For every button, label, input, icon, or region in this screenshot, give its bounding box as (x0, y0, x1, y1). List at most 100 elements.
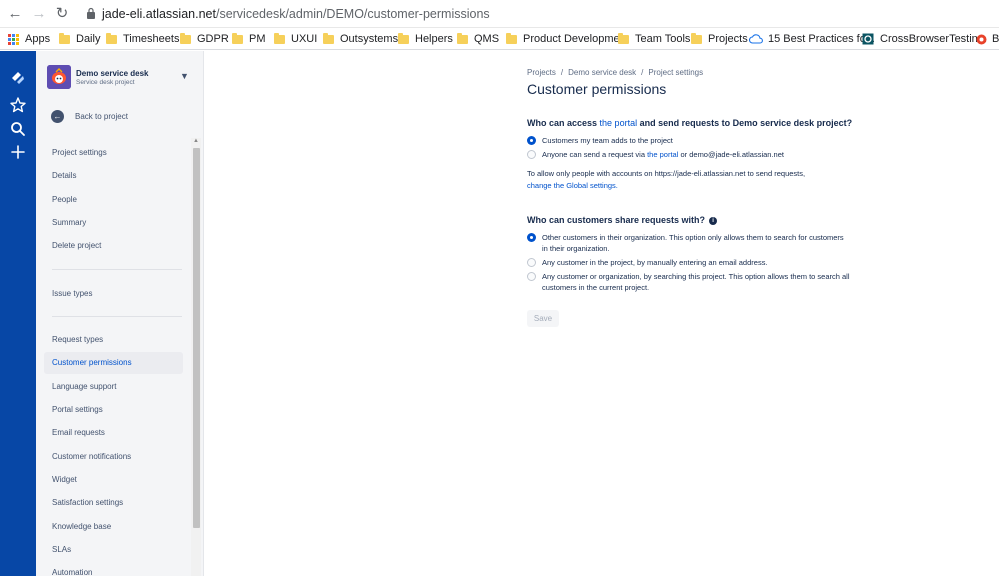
apps-grid-icon (8, 33, 19, 45)
global-navigation (0, 51, 36, 576)
bookmark-outsystems[interactable]: Outsystems (323, 31, 398, 47)
page-title: Customer permissions (527, 81, 667, 97)
forward-arrow-icon[interactable]: → (31, 6, 47, 22)
portal-link-inline[interactable]: the portal (647, 150, 678, 159)
radio-selected[interactable] (527, 233, 536, 242)
access-option-team-adds[interactable]: Customers my team adds to the project (527, 135, 857, 146)
sidebar-item-language-support[interactable]: Language support (44, 376, 183, 398)
address-bar[interactable]: jade-eli.atlassian.net/servicedesk/admin… (102, 7, 490, 21)
radio-selected[interactable] (527, 136, 536, 145)
share-option-search-project[interactable]: Any customer or organization, by searchi… (527, 271, 852, 293)
sidebar-scrollbar-thumb[interactable] (193, 148, 200, 528)
global-settings-note: To allow only people with accounts on ht… (527, 169, 806, 190)
back-to-project-button[interactable]: ← Back to project (51, 107, 181, 125)
create-plus-icon[interactable] (9, 143, 27, 161)
sidebar-item-widget[interactable]: Widget (44, 469, 183, 491)
sidebar-divider (52, 316, 182, 317)
bookmark-pm[interactable]: PM (232, 31, 266, 47)
info-icon[interactable]: i (709, 217, 718, 225)
portal-link[interactable]: the portal (600, 118, 638, 128)
share-option-email[interactable]: Any customer in the project, by manually… (527, 257, 857, 268)
share-option-organization[interactable]: Other customers in their organization. T… (527, 232, 845, 254)
breadcrumb: Projects / Demo service desk / Project s… (527, 68, 703, 77)
folder-icon (398, 32, 409, 44)
folder-icon (506, 32, 517, 44)
folder-icon (106, 32, 117, 44)
folder-icon (59, 32, 70, 44)
folder-icon (180, 32, 191, 44)
bookmark-product-development[interactable]: Product Developme... (506, 31, 629, 47)
reload-icon[interactable]: ↻ (54, 6, 70, 22)
main-content: Projects / Demo service desk / Project s… (204, 51, 999, 576)
sidebar-item-customer-permissions[interactable]: Customer permissions (44, 352, 183, 374)
url-path: /servicedesk/admin/DEMO/customer-permiss… (215, 7, 490, 21)
sidebar-item-automation[interactable]: Automation (44, 562, 183, 576)
folder-icon (274, 32, 285, 44)
project-settings-heading: Project settings (52, 148, 107, 157)
folder-icon (618, 32, 629, 44)
sidebar-divider (52, 269, 182, 270)
folder-icon (232, 32, 243, 44)
project-name[interactable]: Demo service desk (76, 69, 149, 78)
breadcrumb-separator: / (560, 68, 564, 77)
bookmark-timesheets[interactable]: Timesheets (106, 31, 179, 47)
sidebar-item-portal-settings[interactable]: Portal settings (44, 399, 183, 421)
sidebar-item-issue-types[interactable]: Issue types (44, 283, 183, 305)
bookmark-apps[interactable]: Apps (8, 31, 50, 47)
bookmarks-bar: Apps Daily Timesheets GDPR PM UXUI Outsy… (0, 28, 999, 50)
chevron-down-icon[interactable]: ▼ (180, 71, 189, 81)
radio-unselected[interactable] (527, 150, 536, 159)
folder-icon (323, 32, 334, 44)
project-sidebar: Demo service desk Service desk project ▼… (36, 51, 204, 576)
lock-icon (87, 7, 95, 19)
crossbrowser-icon (862, 33, 874, 45)
back-arrow-icon[interactable]: ← (7, 6, 23, 22)
sidebar-item-request-types[interactable]: Request types (44, 329, 183, 351)
url-host: jade-eli.atlassian.net (102, 7, 216, 21)
bookmark-projects[interactable]: Projects (691, 31, 748, 47)
service-desk-logo-icon[interactable] (9, 69, 27, 87)
access-option-anyone[interactable]: Anyone can send a request via the portal… (527, 149, 857, 160)
bookmark-gdpr[interactable]: GDPR (180, 31, 229, 47)
cloud-icon (749, 34, 763, 44)
folder-icon (457, 32, 468, 44)
bookmark-bo[interactable]: Bo (976, 31, 999, 47)
project-type: Service desk project (76, 79, 135, 86)
record-icon (976, 34, 987, 44)
bookmark-team-tools[interactable]: Team Tools (618, 31, 690, 47)
browser-toolbar: ← → ↻ jade-eli.atlassian.net/servicedesk… (0, 0, 999, 28)
bookmark-daily[interactable]: Daily (59, 31, 100, 47)
scroll-up-arrow-icon[interactable]: ▲ (193, 138, 199, 144)
arrow-left-icon: ← (51, 109, 64, 123)
sidebar-item-knowledge-base[interactable]: Knowledge base (44, 516, 183, 538)
radio-unselected[interactable] (527, 258, 536, 267)
share-question: Who can customers share requests with? i (527, 215, 718, 225)
sidebar-item-customer-notifications[interactable]: Customer notifications (44, 446, 183, 468)
bookmark-uxui[interactable]: UXUI (274, 31, 317, 47)
project-avatar-icon (47, 65, 71, 89)
star-icon[interactable] (9, 96, 27, 114)
project-avatar (47, 65, 71, 89)
bookmark-best-practices[interactable]: 15 Best Practices fo... (749, 31, 875, 47)
sidebar-item-details[interactable]: Details (44, 165, 183, 187)
sidebar-item-email-requests[interactable]: Email requests (44, 422, 183, 444)
access-question: Who can access the portal and send reque… (527, 118, 853, 128)
breadcrumb-projects[interactable]: Projects (527, 68, 556, 77)
breadcrumb-demo-service-desk[interactable]: Demo service desk (568, 68, 636, 77)
sidebar-item-satisfaction-settings[interactable]: Satisfaction settings (44, 492, 183, 514)
bookmark-crossbrowser[interactable]: CrossBrowserTestin... (862, 31, 987, 47)
back-to-project-label: Back to project (75, 111, 128, 121)
bookmark-helpers[interactable]: Helpers (398, 31, 453, 47)
sidebar-item-people[interactable]: People (44, 189, 183, 211)
bookmark-qms[interactable]: QMS (457, 31, 499, 47)
search-icon[interactable] (9, 120, 27, 138)
sidebar-item-summary[interactable]: Summary (44, 212, 183, 234)
global-settings-link[interactable]: change the Global settings. (527, 181, 618, 190)
save-button[interactable]: Save (527, 310, 559, 327)
sidebar-item-slas[interactable]: SLAs (44, 539, 183, 561)
sidebar-item-delete-project[interactable]: Delete project (44, 235, 183, 257)
folder-icon (691, 32, 702, 44)
radio-unselected[interactable] (527, 272, 536, 281)
breadcrumb-separator: / (641, 68, 644, 77)
breadcrumb-project-settings[interactable]: Project settings (648, 68, 703, 77)
